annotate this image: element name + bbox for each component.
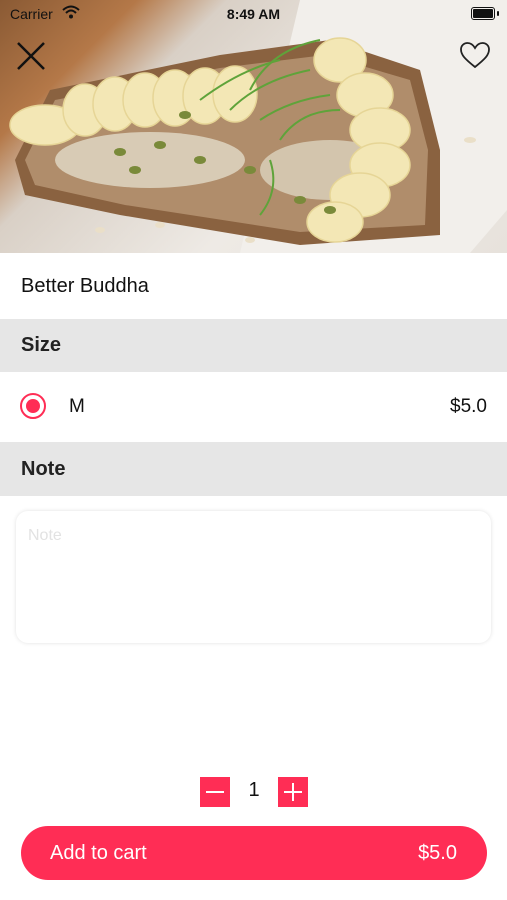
add-to-cart-button[interactable]: Add to cart $5.0 (21, 826, 487, 880)
note-section-title: Note (21, 457, 66, 480)
heart-icon (460, 42, 490, 69)
status-bar: Carrier 8:49 AM (0, 0, 507, 28)
size-section-header: Size (0, 319, 507, 372)
product-image (0, 0, 507, 253)
increase-quantity-button[interactable] (278, 777, 308, 807)
battery-tip (497, 11, 499, 16)
clock-time: 8:49 AM (226, 6, 281, 22)
favorite-button[interactable] (453, 33, 497, 77)
add-to-cart-label: Add to cart (50, 842, 147, 864)
radio-selected-icon[interactable] (20, 393, 46, 419)
close-icon (17, 42, 45, 70)
cart-total-price: $5.0 (418, 842, 457, 864)
product-name: Better Buddha (21, 274, 149, 297)
product-title-row: Better Buddha (0, 253, 507, 319)
note-container (16, 511, 491, 643)
size-section-title: Size (21, 334, 62, 356)
food-illustration (9, 0, 507, 253)
quantity-value: 1 (248, 779, 260, 801)
size-option-m[interactable]: M $5.0 (0, 372, 507, 442)
battery-icon (471, 7, 495, 20)
note-section-header: Note (0, 442, 507, 496)
size-option-label: M (69, 396, 85, 417)
close-button[interactable] (9, 34, 53, 78)
note-input[interactable] (16, 511, 491, 643)
size-option-price: $5.0 (450, 396, 487, 417)
decrease-quantity-button[interactable] (200, 777, 230, 807)
